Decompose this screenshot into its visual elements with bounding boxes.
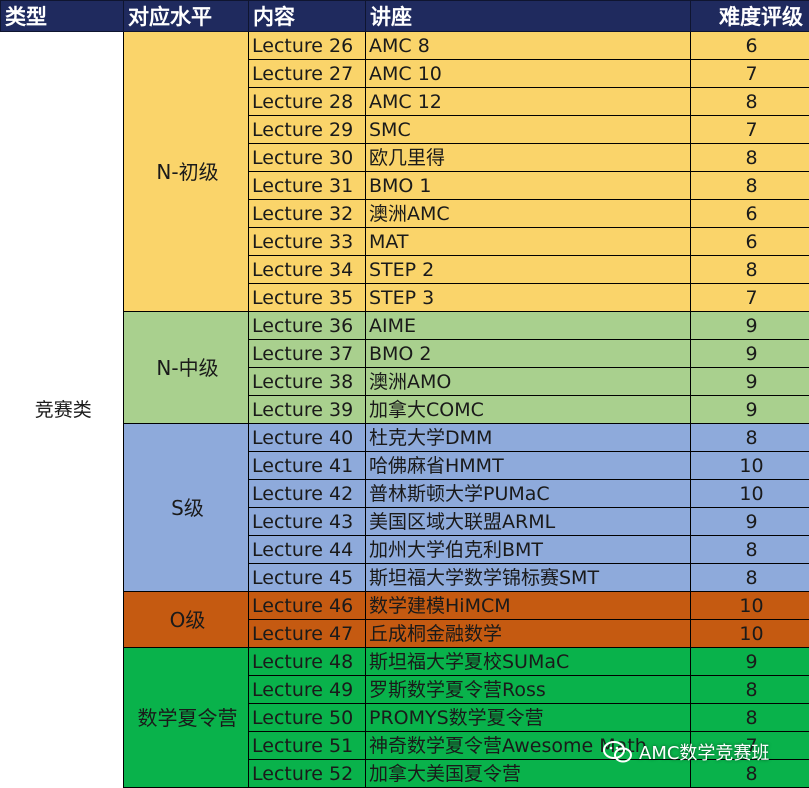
title-cell: 普林斯顿大学PUMaC [366,480,691,508]
lecture-cell: Lecture 35 [249,284,366,312]
lecture-cell: Lecture 40 [249,424,366,452]
rating-cell: 8 [691,88,809,116]
lecture-cell: Lecture 42 [249,480,366,508]
rating-cell: 8 [691,536,809,564]
header-rating: 难度评级 [691,1,809,32]
lecture-cell: Lecture 37 [249,340,366,368]
lecture-cell: Lecture 52 [249,760,366,788]
title-cell: MAT [366,228,691,256]
lecture-cell: Lecture 29 [249,116,366,144]
rating-cell: 7 [691,116,809,144]
title-cell: BMO 1 [366,172,691,200]
rating-cell: 6 [691,200,809,228]
title-cell: AMC 8 [366,32,691,60]
wechat-icon [603,740,633,764]
title-cell: 杜克大学DMM [366,424,691,452]
lecture-cell: Lecture 27 [249,60,366,88]
title-cell: BMO 2 [366,340,691,368]
level-cell: S级 [124,424,249,592]
level-cell: 数学夏令营 [124,648,249,788]
rating-cell: 8 [691,704,809,732]
rating-cell: 8 [691,256,809,284]
rating-cell: 10 [691,452,809,480]
level-cell: N-初级 [124,32,249,312]
rating-cell: 10 [691,480,809,508]
header-lecture: 讲座 [366,1,691,32]
title-cell: AIME [366,312,691,340]
lecture-cell: Lecture 50 [249,704,366,732]
rating-cell: 9 [691,312,809,340]
lecture-cell: Lecture 36 [249,312,366,340]
table-row: 竞赛类N-初级Lecture 26AMC 86 [1,32,809,60]
lecture-cell: Lecture 49 [249,676,366,704]
title-cell: STEP 3 [366,284,691,312]
title-cell: 哈佛麻省HMMT [366,452,691,480]
title-cell: 数学建模HiMCM [366,592,691,620]
watermark-text: AMC数学竞赛班 [639,739,769,765]
header-content: 内容 [249,1,366,32]
rating-cell: 10 [691,620,809,648]
title-cell: 加拿大COMC [366,396,691,424]
rating-cell: 6 [691,32,809,60]
rating-cell: 8 [691,564,809,592]
rating-cell: 8 [691,676,809,704]
lecture-cell: Lecture 38 [249,368,366,396]
lecture-cell: Lecture 34 [249,256,366,284]
header-level: 对应水平 [124,1,249,32]
rating-cell: 10 [691,592,809,620]
title-cell: SMC [366,116,691,144]
level-cell: O级 [124,592,249,648]
rating-cell: 9 [691,396,809,424]
lecture-cell: Lecture 39 [249,396,366,424]
lecture-cell: Lecture 41 [249,452,366,480]
header-type: 类型 [1,1,124,32]
title-cell: 美国区域大联盟ARML [366,508,691,536]
table-body: 竞赛类N-初级Lecture 26AMC 86Lecture 27AMC 107… [1,32,809,788]
lecture-cell: Lecture 33 [249,228,366,256]
lecture-cell: Lecture 28 [249,88,366,116]
lecture-cell: Lecture 47 [249,620,366,648]
rating-cell: 8 [691,172,809,200]
level-cell: N-中级 [124,312,249,424]
lecture-cell: Lecture 26 [249,32,366,60]
rating-cell: 8 [691,144,809,172]
title-cell: 加州大学伯克利BMT [366,536,691,564]
lecture-cell: Lecture 51 [249,732,366,760]
rating-cell: 9 [691,648,809,676]
lecture-cell: Lecture 45 [249,564,366,592]
lecture-cell: Lecture 43 [249,508,366,536]
watermark: AMC数学竞赛班 [603,735,769,769]
rating-cell: 7 [691,60,809,88]
rating-cell: 7 [691,284,809,312]
lecture-table: 类型 对应水平 内容 讲座 难度评级 竞赛类N-初级Lecture 26AMC … [0,0,809,788]
title-cell: PROMYS数学夏令营 [366,704,691,732]
rating-cell: 9 [691,340,809,368]
title-cell: 斯坦福大学夏校SUMaC [366,648,691,676]
lecture-cell: Lecture 44 [249,536,366,564]
rating-cell: 9 [691,508,809,536]
lecture-cell: Lecture 46 [249,592,366,620]
title-cell: AMC 12 [366,88,691,116]
rating-cell: 9 [691,368,809,396]
category-cell: 竞赛类 [1,32,124,788]
title-cell: STEP 2 [366,256,691,284]
title-cell: 斯坦福大学数学锦标赛SMT [366,564,691,592]
rating-cell: 6 [691,228,809,256]
title-cell: 澳洲AMO [366,368,691,396]
title-cell: 罗斯数学夏令营Ross [366,676,691,704]
rating-cell: 8 [691,424,809,452]
lecture-cell: Lecture 48 [249,648,366,676]
lecture-cell: Lecture 30 [249,144,366,172]
title-cell: 澳洲AMC [366,200,691,228]
title-cell: 丘成桐金融数学 [366,620,691,648]
title-cell: AMC 10 [366,60,691,88]
lecture-cell: Lecture 32 [249,200,366,228]
header-row: 类型 对应水平 内容 讲座 难度评级 [1,1,809,32]
lecture-cell: Lecture 31 [249,172,366,200]
title-cell: 欧几里得 [366,144,691,172]
